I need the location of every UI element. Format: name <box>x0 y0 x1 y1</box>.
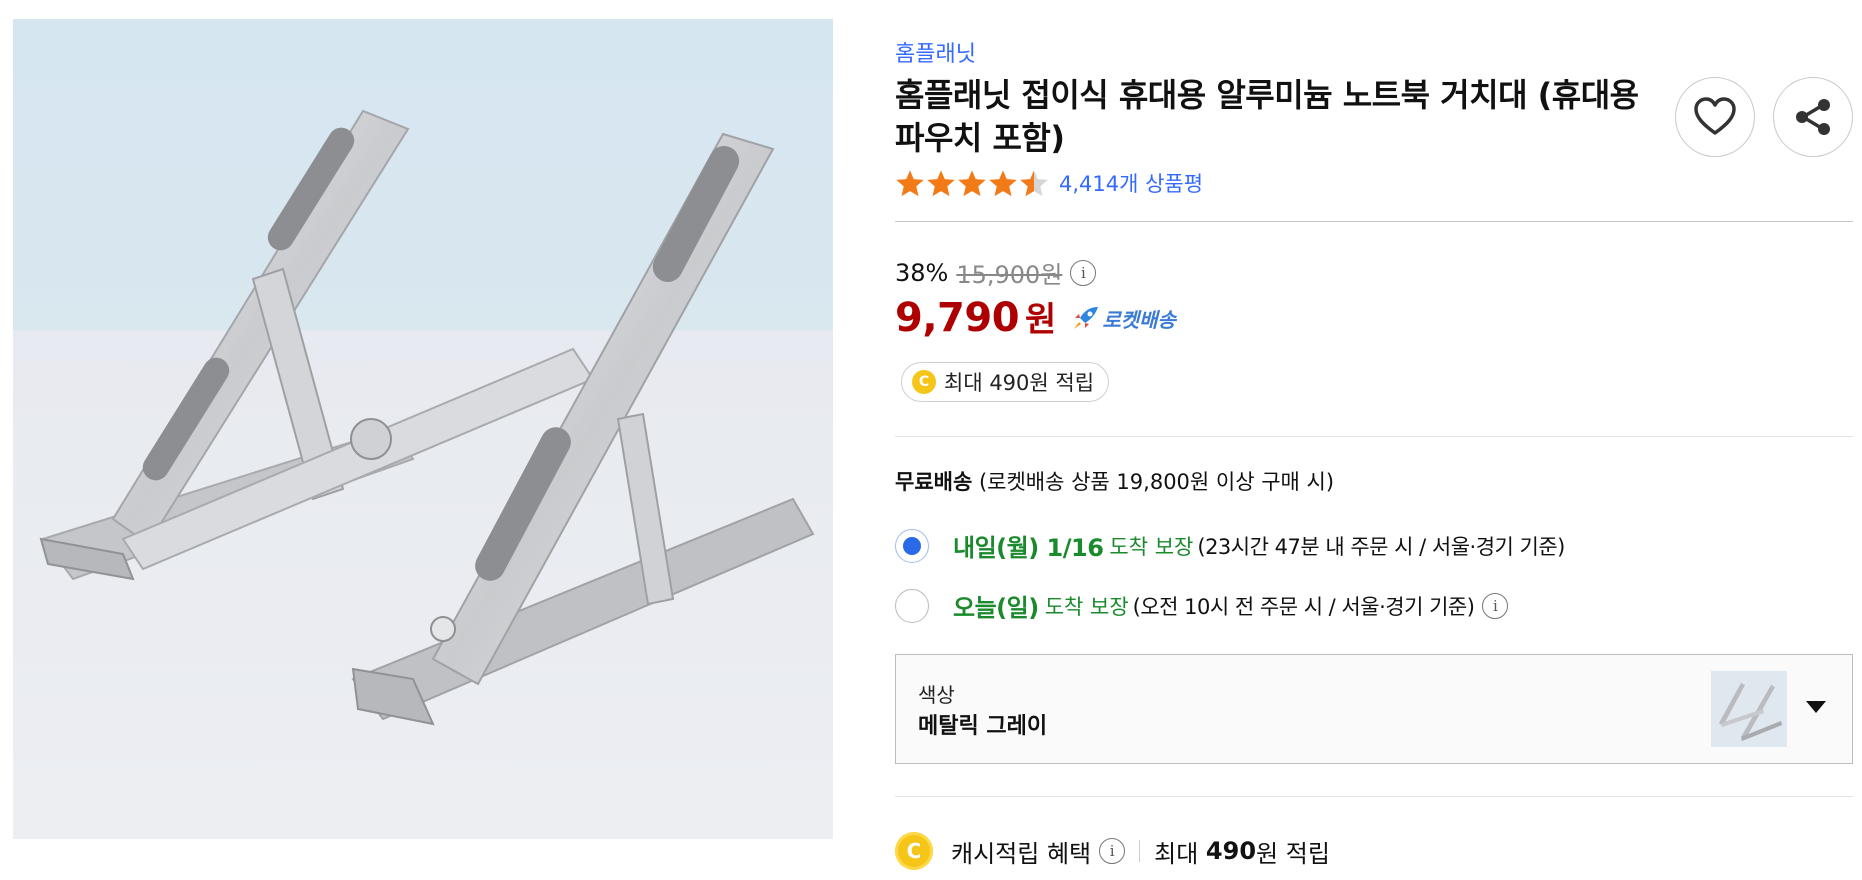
star-icon <box>927 169 955 196</box>
share-icon <box>1796 99 1830 135</box>
delivery-option-today[interactable]: 오늘(일) 도착 보장 (오전 10시 전 주문 시 / 서울·경기 기준) i <box>895 588 1509 623</box>
free-shipping-info: 무료배송 (로켓배송 상품 19,800원 이상 구매 시) <box>895 466 1334 496</box>
delivery-condition: (23시간 47분 내 주문 시 / 서울·경기 기준) <box>1197 534 1565 559</box>
original-price: 15,900원 <box>956 261 1063 289</box>
option-label: 색상 <box>918 683 955 707</box>
product-info-panel: 홈플래닛 홈플래닛 접이식 휴대용 알루미늄 노트북 거치대 (휴대용 파우치 … <box>895 0 1853 880</box>
cash-benefit-amount: 490 <box>1205 837 1257 865</box>
free-shipping-condition: (로켓배송 상품 19,800원 이상 구매 시) <box>978 470 1335 494</box>
delivery-day: 오늘(일) <box>953 594 1039 622</box>
delivery-radio-today[interactable] <box>895 588 929 623</box>
cash-reward-pill: C 최대 490원 적립 <box>901 362 1110 402</box>
separator <box>1139 840 1141 862</box>
color-option-select[interactable]: 색상 메탈릭 그레이 <box>895 654 1853 764</box>
rocket-delivery-label: 로켓배송 <box>1102 307 1176 332</box>
divider <box>895 436 1853 437</box>
delivery-condition: (오전 10시 전 주문 시 / 서울·경기 기준) <box>1132 594 1475 619</box>
rocket-icon <box>1074 307 1099 329</box>
cash-benefit-label: 캐시적립 혜택 <box>951 839 1092 868</box>
divider <box>895 221 1853 222</box>
original-price-row: 38% 15,900원 i <box>895 255 1097 290</box>
share-button[interactable] <box>1773 77 1853 157</box>
star-icon <box>896 169 924 196</box>
star-icon <box>989 169 1017 196</box>
delivery-option-tomorrow[interactable]: 내일(월) 1/16 도착 보장 (23시간 47분 내 주문 시 / 서울·경… <box>895 528 1565 563</box>
star-icon <box>958 169 986 196</box>
chevron-down-icon <box>1806 701 1826 713</box>
discount-rate: 38% <box>895 258 949 287</box>
delivery-radio-tomorrow[interactable] <box>895 528 929 563</box>
cash-benefit-row: C 캐시적립 혜택 i 최대 490 원 적립 <box>895 832 1330 870</box>
free-shipping-label: 무료배송 <box>895 470 973 494</box>
coin-icon: C <box>912 370 936 394</box>
delivery-guarantee: 도착 보장 <box>1044 594 1129 619</box>
info-icon[interactable]: i <box>1070 259 1097 286</box>
coin-icon: C <box>895 832 933 870</box>
cash-benefit-suffix: 원 적립 <box>1256 839 1330 868</box>
star-half-icon <box>1020 169 1048 196</box>
divider <box>895 796 1853 797</box>
sale-price: 9,790 <box>895 295 1020 341</box>
delivery-day: 내일(월) 1/16 <box>953 534 1104 562</box>
cash-benefit-prefix: 최대 <box>1154 839 1199 868</box>
sale-price-row: 9,790 원 로켓배송 <box>895 292 1176 341</box>
product-main-image[interactable] <box>13 19 833 839</box>
option-selected-value: 메탈릭 그레이 <box>918 714 1048 739</box>
product-title: 홈플래닛 접이식 휴대용 알루미늄 노트북 거치대 (휴대용 파우치 포함) <box>895 76 1639 157</box>
rocket-delivery-badge: 로켓배송 <box>1072 304 1176 333</box>
info-icon[interactable]: i <box>1099 838 1126 864</box>
info-icon[interactable]: i <box>1482 592 1509 619</box>
heart-icon <box>1694 97 1736 135</box>
delivery-guarantee: 도착 보장 <box>1109 534 1194 559</box>
star-rating <box>895 169 1049 198</box>
cash-reward-text: 최대 490원 적립 <box>944 371 1095 395</box>
currency-unit: 원 <box>1025 300 1057 340</box>
product-rating: 4,414개 상품평 <box>895 168 1203 198</box>
wishlist-button[interactable] <box>1675 77 1755 157</box>
option-thumbnail <box>1711 671 1787 747</box>
brand-link[interactable]: 홈플래닛 <box>895 36 976 68</box>
review-count-link[interactable]: 4,414개 상품평 <box>1059 168 1203 198</box>
